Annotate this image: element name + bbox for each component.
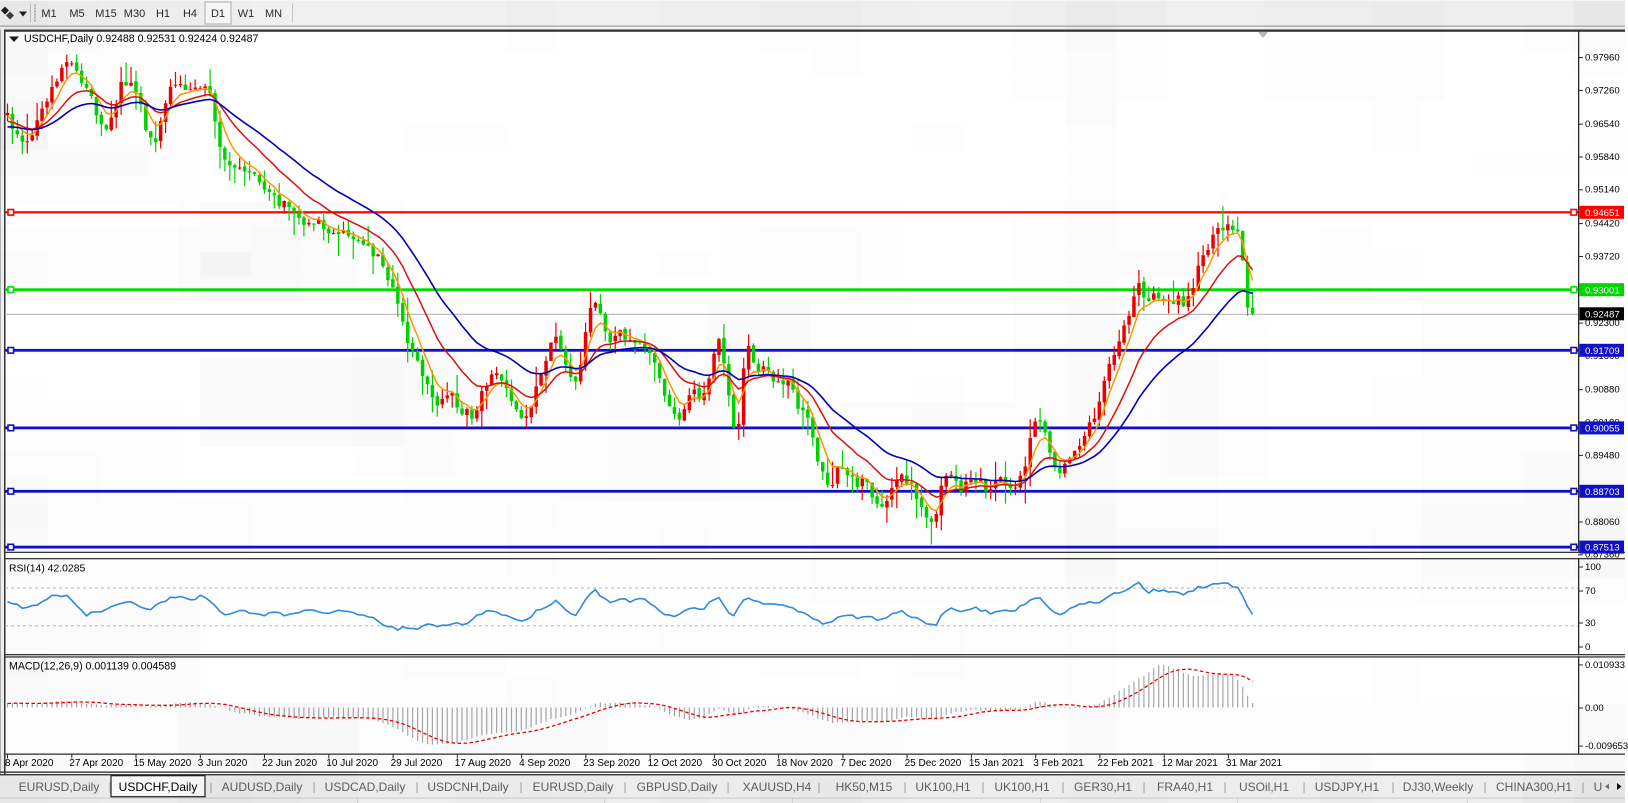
svg-text:0.94420: 0.94420: [1585, 219, 1620, 230]
svg-text:0.95140: 0.95140: [1585, 185, 1620, 196]
svg-text:30: 30: [1585, 618, 1596, 629]
svg-text:MN: MN: [265, 8, 282, 20]
svg-text:0.93001: 0.93001: [1585, 285, 1620, 296]
svg-text:0.97260: 0.97260: [1585, 85, 1620, 96]
svg-text:0.94651: 0.94651: [1585, 208, 1620, 219]
svg-text:0.010933: 0.010933: [1585, 660, 1625, 671]
svg-text:0: 0: [1585, 642, 1590, 653]
